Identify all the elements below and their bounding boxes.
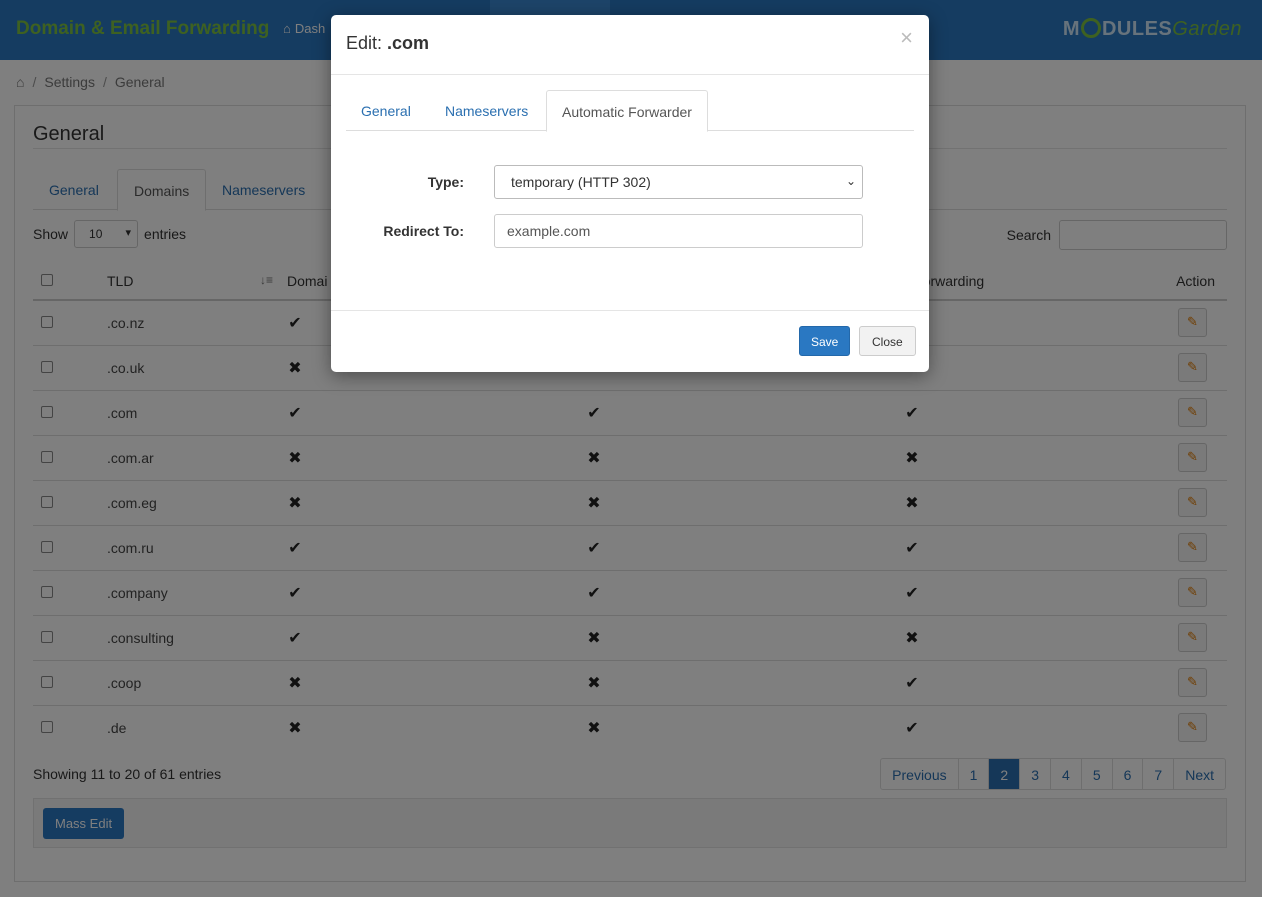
close-button[interactable]: Close <box>859 326 916 356</box>
redirect-to-label: Redirect To: <box>383 223 464 239</box>
modal-title: Edit: .com <box>346 33 430 53</box>
modal-tab-general[interactable]: General <box>346 90 426 131</box>
type-select-value: temporary (HTTP 302) <box>511 174 651 190</box>
chevron-down-icon: ⌄ <box>845 174 856 188</box>
edit-modal: Edit: .com × General Nameservers Automat… <box>331 15 929 372</box>
modal-tabs: General Nameservers Automatic Forwarder <box>346 90 914 132</box>
modal-title-tld: .com <box>387 33 430 53</box>
modal-tab-automatic-forwarder[interactable]: Automatic Forwarder <box>546 90 708 132</box>
type-select[interactable]: temporary (HTTP 302) ⌄ <box>494 165 863 199</box>
save-button[interactable]: Save <box>799 326 851 356</box>
modal-tab-nameservers[interactable]: Nameservers <box>430 90 543 131</box>
close-icon[interactable]: × <box>900 25 913 51</box>
type-label: Type: <box>427 174 464 190</box>
redirect-to-input[interactable]: example.com <box>494 214 863 248</box>
